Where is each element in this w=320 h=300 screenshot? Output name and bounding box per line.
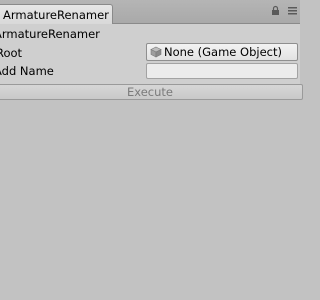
cube-icon (150, 46, 162, 58)
execute-button[interactable]: Execute (0, 84, 303, 100)
add-name-label: Add Name (0, 64, 54, 78)
root-object-value: None (Game Object) (164, 45, 282, 59)
add-name-input[interactable] (147, 64, 297, 78)
root-label: Root (0, 46, 23, 60)
context-menu-icon[interactable] (287, 5, 298, 16)
add-name-field-frame (146, 63, 298, 79)
tab-armature-renamer[interactable]: ArmatureRenamer (0, 4, 113, 25)
tab-bar: ArmatureRenamer (0, 0, 300, 25)
panel-title: ArmatureRenamer (0, 27, 100, 41)
root-object-field[interactable]: None (Game Object) (146, 43, 298, 61)
editor-window: ArmatureRenamer ArmatureRenamer Root (0, 0, 303, 300)
lock-icon[interactable] (270, 5, 281, 16)
tab-label: ArmatureRenamer (3, 8, 109, 22)
